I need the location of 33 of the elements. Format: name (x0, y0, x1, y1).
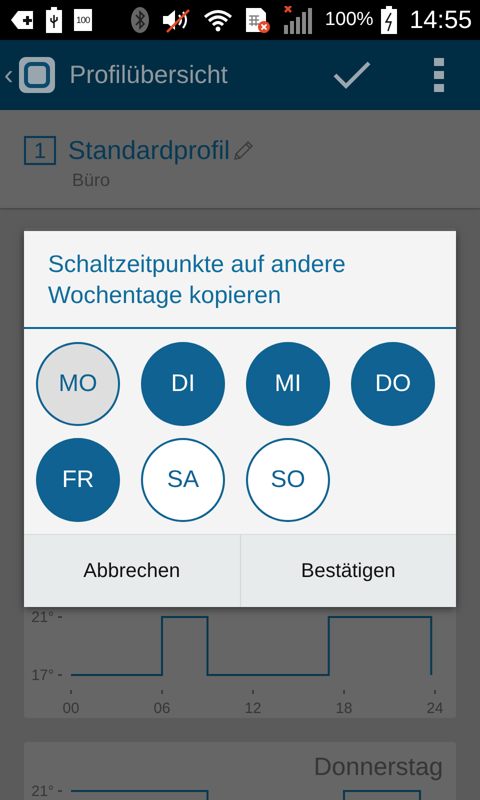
weekday-toggle[interactable]: FR (36, 438, 120, 522)
plus-tag-icon (10, 10, 34, 30)
tick-mark (343, 690, 345, 694)
charging-battery-icon (381, 6, 398, 34)
weekday-toggle[interactable]: MI (246, 342, 330, 426)
tick-mark (58, 616, 62, 618)
profile-number: 1 (24, 136, 56, 165)
weekday-toggle[interactable]: DI (141, 342, 225, 426)
battery-percent: 100% (324, 9, 374, 31)
signal-icon (282, 6, 313, 34)
tick-mark (70, 690, 72, 694)
tick-mark (252, 690, 254, 694)
tick-mark (58, 674, 62, 676)
sim-card-error-icon (244, 6, 271, 34)
battery-icon: 100 (74, 9, 92, 31)
wifi-icon (202, 8, 233, 32)
weekday-toggle[interactable]: SO (246, 438, 330, 522)
overflow-menu-icon[interactable] (434, 58, 444, 92)
profile-name: Standardprofil (68, 135, 230, 166)
app-logo-icon (19, 57, 56, 93)
muted-speaker-icon (160, 7, 191, 33)
checkmark-icon[interactable] (332, 60, 372, 90)
clock: 14:55 (409, 6, 472, 34)
tick-mark (161, 690, 163, 694)
weekday-toggle[interactable]: SA (141, 438, 225, 522)
tick-mark (434, 690, 436, 694)
bluetooth-icon (130, 7, 149, 33)
screen-title: Profilübersicht (69, 60, 228, 90)
usb-battery-icon (46, 7, 62, 33)
weekday-toggle[interactable]: DO (351, 342, 435, 426)
tick-mark (58, 790, 62, 792)
back-button[interactable]: ‹ (4, 59, 14, 91)
dialog-title: Schaltzeitpunkte auf andere Wochentage kopieren (24, 231, 456, 329)
